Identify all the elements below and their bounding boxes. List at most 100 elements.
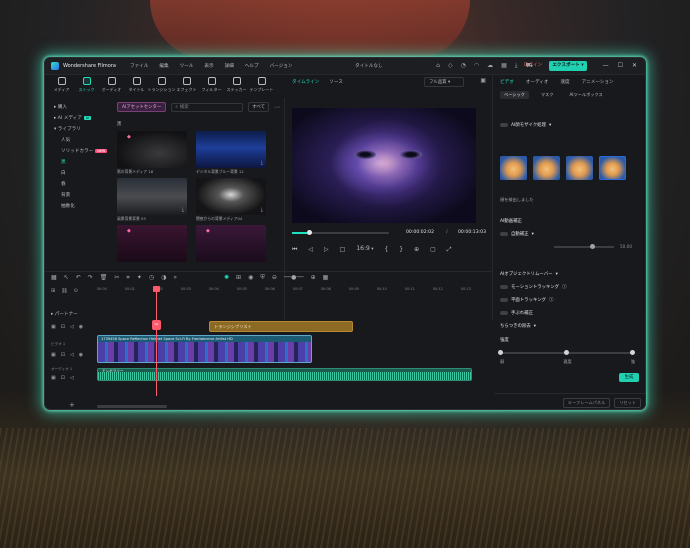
minimize-icon[interactable]: — xyxy=(603,61,609,71)
media-thumbnail[interactable]: ⤓ xyxy=(117,178,187,215)
strength-stop-low[interactable] xyxy=(498,350,503,355)
grid-icon[interactable]: ▦ xyxy=(501,63,507,69)
sidebar-item-abstract[interactable]: 抽象化 xyxy=(51,201,113,212)
tab-timeline[interactable]: タイムライン xyxy=(292,79,319,85)
speed-icon[interactable]: ◷ xyxy=(149,274,154,281)
play-icon[interactable]: ▷ xyxy=(324,246,329,253)
menu-tools[interactable]: ツール xyxy=(180,63,194,69)
quality-dropdown[interactable]: フル品質 ▾ xyxy=(424,77,464,87)
tool-title[interactable]: タイトル xyxy=(124,77,149,96)
playhead[interactable]: ✂ xyxy=(152,286,161,396)
subtab-ai-toolbox[interactable]: AIツールボックス xyxy=(565,91,606,99)
tab-video[interactable]: ビデオ xyxy=(500,79,514,85)
sidebar-item-background[interactable]: 背景 xyxy=(51,190,113,201)
sidebar-item-spring[interactable]: 春 xyxy=(51,179,113,190)
ai-tool-icon[interactable]: ✦ xyxy=(137,274,142,281)
lock-icon[interactable]: ⊡ xyxy=(61,375,65,381)
link-icon[interactable]: ⛓ xyxy=(61,288,67,294)
zoom-slider[interactable]: ──●── xyxy=(284,274,304,281)
keyframe-panel-button[interactable]: キーフレームパネル xyxy=(562,397,611,408)
playback-seekbar[interactable] xyxy=(292,230,389,235)
tool-effect[interactable]: エフェクト xyxy=(174,77,199,96)
add-track-icon[interactable]: ⊞ xyxy=(51,288,55,294)
media-card[interactable]: ⤓ デジタル背景ブルー背景 12 xyxy=(196,131,268,178)
sidebar-item-purchased[interactable]: ▸ 購入 xyxy=(51,102,113,113)
ai-sparkle-icon[interactable]: ✺ xyxy=(224,274,229,281)
sidebar-item-popular[interactable]: 人気 xyxy=(51,135,113,146)
media-thumbnail[interactable]: ◆ xyxy=(196,225,266,262)
stop-icon[interactable]: □ xyxy=(340,246,346,253)
face-thumbnail[interactable] xyxy=(533,156,560,180)
sidebar-item-white[interactable]: 白 xyxy=(51,168,113,179)
timeline-grid-icon[interactable]: ▦ xyxy=(323,274,329,281)
mic-icon[interactable]: ◉ xyxy=(248,274,253,281)
correction-slider[interactable] xyxy=(554,244,614,249)
video-preview[interactable] xyxy=(292,108,476,223)
face-thumbnail[interactable] xyxy=(599,156,626,180)
download-icon[interactable]: ⤓ xyxy=(515,63,518,69)
download-icon[interactable]: ⤓ xyxy=(261,207,263,213)
tool-sticker[interactable]: ステッカー xyxy=(224,77,249,96)
zoom-icon[interactable]: ⊕ xyxy=(414,246,419,253)
media-card[interactable]: ⤓ 風景背景背景 03 xyxy=(117,178,189,225)
subtab-basic[interactable]: ベーシック xyxy=(500,91,529,99)
more-tools-icon[interactable]: » xyxy=(173,274,177,281)
tool-audio[interactable]: オーディオ xyxy=(99,77,124,96)
snap-icon[interactable]: ⊙ xyxy=(74,288,78,294)
mark-out-icon[interactable]: } xyxy=(399,246,403,253)
headset-icon[interactable]: ◠ xyxy=(474,63,479,69)
lock-icon[interactable]: ⊡ xyxy=(61,352,65,358)
track-folder-icon[interactable]: ▣ xyxy=(51,352,56,358)
download-icon[interactable]: ⤓ xyxy=(261,160,263,166)
close-icon[interactable]: ✕ xyxy=(632,61,637,71)
tool-stock[interactable]: ストック xyxy=(74,77,99,96)
cut-icon[interactable]: ✂ xyxy=(114,274,119,281)
delete-icon[interactable]: 🗑 xyxy=(100,274,108,281)
slider-knob[interactable] xyxy=(590,244,595,249)
playhead-handle[interactable] xyxy=(153,286,160,292)
video-clip[interactable]: 1739458 Space Reflection Helmet Space Sc… xyxy=(97,335,312,363)
tool-template[interactable]: テンプレート xyxy=(249,77,274,96)
tab-source[interactable]: ソース xyxy=(329,79,343,85)
split-scissor-icon[interactable]: ✂ xyxy=(152,320,161,330)
reset-button[interactable]: リセット xyxy=(614,397,641,408)
lightbulb-icon[interactable]: ◔ xyxy=(461,63,466,69)
tool-transition[interactable]: トランジション xyxy=(148,77,176,96)
eye-icon[interactable]: ◉ xyxy=(79,352,83,358)
menu-view[interactable]: 表示 xyxy=(204,63,213,69)
sidebar-item-solid-color[interactable]: ソリッドカラー NEW xyxy=(51,146,113,157)
plane-tracking-toggle[interactable] xyxy=(500,298,508,302)
sidebar-item-library[interactable]: ▾ ライブラリ xyxy=(51,124,113,135)
undo-icon[interactable]: ↶ xyxy=(76,274,81,281)
filter-dropdown[interactable]: すべて xyxy=(248,102,269,112)
export-button[interactable]: エクスポート ▾ xyxy=(549,61,587,71)
menu-advanced[interactable]: 詳細 xyxy=(225,63,234,69)
zoom-in-icon[interactable]: ⊕ xyxy=(311,274,316,281)
strength-slider[interactable] xyxy=(498,350,635,355)
search-input[interactable]: 検索 xyxy=(180,104,189,110)
auto-correct-toggle[interactable] xyxy=(500,232,508,236)
strength-stop-high[interactable] xyxy=(630,350,635,355)
tool-filter[interactable]: フィルター xyxy=(199,77,224,96)
marker-icon[interactable]: ⊞ xyxy=(236,274,241,281)
face-thumbnail[interactable] xyxy=(500,156,527,180)
media-thumbnail[interactable]: ⤓ xyxy=(196,131,266,168)
media-card[interactable]: ◆ xyxy=(196,225,268,262)
ratio-dropdown[interactable]: 16:9 ▾ xyxy=(356,245,373,253)
media-thumbnail[interactable]: ⤓ xyxy=(196,178,266,215)
strength-knob[interactable] xyxy=(564,350,569,355)
fullscreen-icon[interactable]: ⤢ xyxy=(447,246,452,253)
mark-in-icon[interactable]: { xyxy=(384,246,388,253)
subtab-mask[interactable]: マスク xyxy=(537,91,558,99)
tab-speed[interactable]: 速度 xyxy=(560,79,569,85)
color-icon[interactable]: ◑ xyxy=(161,274,166,281)
snapshot-icon[interactable]: ▢ xyxy=(430,246,436,253)
mute-icon[interactable]: ◁ xyxy=(70,324,74,330)
media-thumbnail[interactable]: ◆ xyxy=(117,131,187,168)
partner-item[interactable]: ▸ パートナー xyxy=(51,311,78,317)
generate-button[interactable]: 生成 xyxy=(619,373,639,382)
tab-audio[interactable]: オーディオ xyxy=(526,79,549,85)
maximize-icon[interactable]: ☐ xyxy=(618,61,623,71)
face-thumbnail[interactable] xyxy=(566,156,593,180)
mosaic-toggle[interactable] xyxy=(500,123,508,127)
